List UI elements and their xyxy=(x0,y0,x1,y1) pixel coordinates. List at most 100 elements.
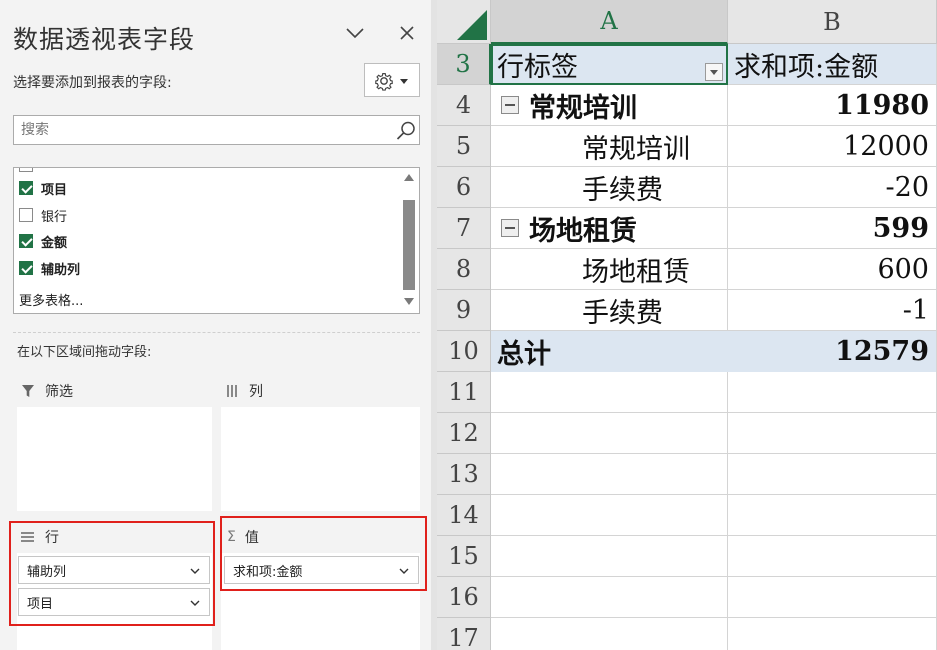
empty-cell[interactable] xyxy=(491,454,728,495)
empty-cell[interactable] xyxy=(491,536,728,577)
field-list-settings-button[interactable] xyxy=(364,63,420,97)
field-row-project[interactable]: 项目 xyxy=(19,178,67,198)
partially-scrolled-field-row xyxy=(19,168,79,172)
empty-cell[interactable] xyxy=(728,618,937,650)
field-checkbox[interactable] xyxy=(19,234,33,248)
values-area-highlight-box xyxy=(220,516,427,591)
row-header[interactable]: 9 xyxy=(437,290,491,331)
empty-cell[interactable] xyxy=(728,413,937,454)
field-row-helper-column[interactable]: 辅助列 xyxy=(19,258,80,278)
filter-area-label: 筛选 xyxy=(45,384,73,400)
dropdown-arrow-icon xyxy=(400,79,408,84)
field-checkbox[interactable] xyxy=(19,181,33,195)
group-label: 常规培训 xyxy=(529,92,637,124)
row-header[interactable]: 10 xyxy=(437,331,491,372)
field-label: 金额 xyxy=(41,235,68,251)
pivot-item-value-cell[interactable]: -1 xyxy=(728,290,937,331)
select-all-corner[interactable] xyxy=(437,0,491,44)
pivot-group-label-cell[interactable]: 场地租赁 xyxy=(491,208,728,249)
field-checkbox[interactable] xyxy=(19,208,33,222)
pivot-item-value-cell[interactable]: 600 xyxy=(728,249,937,290)
pivot-group-total-cell[interactable]: 599 xyxy=(728,208,937,249)
row-header[interactable]: 3 xyxy=(437,44,491,85)
filter-area-header: 筛选 xyxy=(21,378,73,404)
more-tables-link[interactable]: 更多表格... xyxy=(19,290,83,309)
empty-cell[interactable] xyxy=(728,495,937,536)
empty-cell[interactable] xyxy=(491,372,728,413)
empty-cell[interactable] xyxy=(491,577,728,618)
field-row-amount[interactable]: 金额 xyxy=(19,231,67,251)
column-header-b[interactable]: B xyxy=(728,0,937,44)
column-header-a[interactable]: A xyxy=(491,0,728,44)
field-row-bank[interactable]: 银行 xyxy=(19,205,67,225)
row-header[interactable]: 14 xyxy=(437,495,491,536)
row-header[interactable]: 16 xyxy=(437,577,491,618)
columns-area-header: 列 xyxy=(227,378,263,404)
row-header[interactable]: 11 xyxy=(437,372,491,413)
pivot-item-label-cell[interactable]: 场地租赁 xyxy=(491,249,728,290)
row-header[interactable]: 7 xyxy=(437,208,491,249)
pivot-row-labels-header-cell[interactable]: 行标签 xyxy=(491,44,728,85)
select-all-triangle-icon xyxy=(457,10,487,40)
field-label: 辅助列 xyxy=(41,262,81,278)
pivot-item-label-cell[interactable]: 手续费 xyxy=(491,290,728,331)
row-labels-text: 行标签 xyxy=(497,51,578,83)
filter-icon xyxy=(22,385,34,397)
empty-cell[interactable] xyxy=(728,372,937,413)
row-header[interactable]: 12 xyxy=(437,413,491,454)
field-label: 银行 xyxy=(41,209,68,225)
grand-total-value-cell[interactable]: 12579 xyxy=(728,331,937,372)
pivot-item-value-cell[interactable]: 12000 xyxy=(728,126,937,167)
row-header[interactable]: 8 xyxy=(437,249,491,290)
empty-cell[interactable] xyxy=(728,577,937,618)
pivot-group-total-cell[interactable]: 11980 xyxy=(728,85,937,126)
row-header[interactable]: 4 xyxy=(437,85,491,126)
empty-cell[interactable] xyxy=(491,413,728,454)
columns-area-drop-zone[interactable] xyxy=(221,407,420,511)
chevron-down-icon xyxy=(346,28,364,39)
columns-icon xyxy=(227,385,237,397)
columns-area-label: 列 xyxy=(249,384,263,400)
search-input[interactable] xyxy=(14,116,384,144)
row-header[interactable]: 17 xyxy=(437,618,491,650)
row-labels-filter-dropdown-icon[interactable] xyxy=(705,63,723,81)
choose-fields-label: 选择要添加到报表的字段: xyxy=(13,75,172,91)
pivot-group-label-cell[interactable]: 常规培训 xyxy=(491,85,728,126)
collapse-minus-icon[interactable] xyxy=(501,219,519,237)
field-list[interactable]: 项目 银行 金额 辅助列 更多表格... xyxy=(13,167,420,314)
pivot-field-list-pane: 数据透视表字段 选择要添加到报表的字段: 项目 银行 xyxy=(0,0,431,650)
filter-area-drop-zone[interactable] xyxy=(17,407,212,511)
drag-fields-label: 在以下区域间拖动字段: xyxy=(17,345,152,360)
pane-close-button[interactable] xyxy=(396,22,418,44)
row-header[interactable]: 6 xyxy=(437,167,491,208)
field-list-scrollbar[interactable] xyxy=(400,168,419,313)
pane-title: 数据透视表字段 xyxy=(13,25,196,54)
search-icon[interactable] xyxy=(395,120,417,142)
pivot-value-header-cell[interactable]: 求和项:金额 xyxy=(728,44,937,85)
field-label: 项目 xyxy=(41,182,68,198)
field-search-box[interactable] xyxy=(13,115,420,145)
row-header[interactable]: 13 xyxy=(437,454,491,495)
spreadsheet-grid: A B 3 4 5 6 7 8 9 10 11 12 13 14 15 16 1… xyxy=(437,0,937,650)
scrollbar-thumb[interactable] xyxy=(403,200,415,290)
close-icon xyxy=(400,26,414,40)
collapse-minus-icon[interactable] xyxy=(501,96,519,114)
gear-icon xyxy=(375,73,408,91)
empty-cell[interactable] xyxy=(491,495,728,536)
row-header[interactable]: 15 xyxy=(437,536,491,577)
empty-cell[interactable] xyxy=(728,454,937,495)
pivot-item-label-cell[interactable]: 手续费 xyxy=(491,167,728,208)
pane-options-button[interactable] xyxy=(344,22,366,44)
section-divider xyxy=(13,332,420,333)
scroll-up-arrow-icon[interactable] xyxy=(404,174,414,181)
empty-cell[interactable] xyxy=(728,536,937,577)
pivot-item-value-cell[interactable]: -20 xyxy=(728,167,937,208)
rows-area-highlight-box xyxy=(9,521,215,626)
field-checkbox[interactable] xyxy=(19,261,33,275)
grand-total-label-cell[interactable]: 总计 xyxy=(491,331,728,372)
scroll-down-arrow-icon[interactable] xyxy=(404,298,414,305)
row-header[interactable]: 5 xyxy=(437,126,491,167)
pivot-item-label-cell[interactable]: 常规培训 xyxy=(491,126,728,167)
empty-cell[interactable] xyxy=(491,618,728,650)
group-label: 场地租赁 xyxy=(529,215,637,247)
